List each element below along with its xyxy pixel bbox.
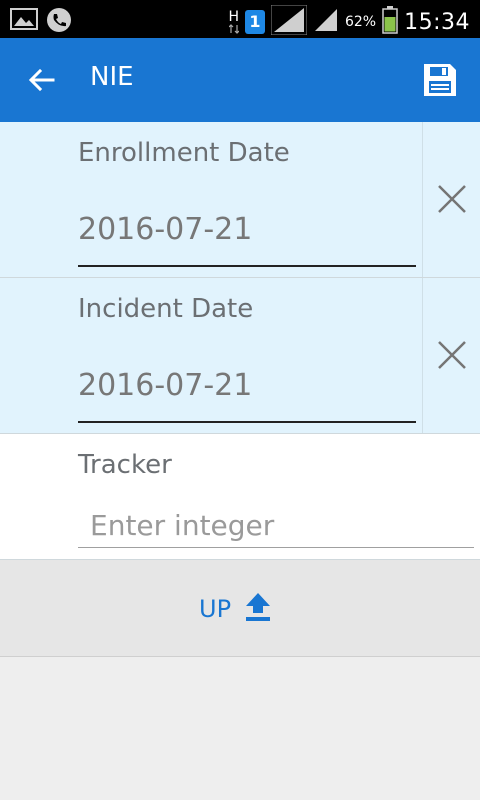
gallery-notification-icon: [10, 7, 38, 37]
status-time: 15:34: [404, 9, 470, 35]
up-section: UP: [0, 560, 480, 657]
up-button[interactable]: UP: [199, 591, 271, 627]
enrollment-date-underline: [78, 265, 416, 267]
clear-incident-date-icon[interactable]: [436, 339, 468, 371]
empty-area: [0, 657, 480, 800]
clear-enrollment-date-icon[interactable]: [436, 183, 468, 215]
upload-icon: [245, 592, 271, 626]
row-divider: [422, 122, 423, 277]
tracker-input[interactable]: [78, 504, 474, 548]
enrollment-date-label: Enrollment Date: [78, 138, 290, 168]
page-title: NIE: [90, 62, 134, 92]
phone-notification-icon: [46, 7, 72, 37]
app-toolbar: NIE: [0, 38, 480, 122]
signal-strength-icon: [270, 4, 308, 39]
sim-badge-icon: 1: [244, 10, 265, 34]
save-icon[interactable]: [420, 60, 460, 100]
back-arrow-icon[interactable]: [26, 64, 58, 96]
incident-date-value[interactable]: 2016-07-21: [78, 368, 252, 403]
status-bar: H 1 62% 15:34: [0, 0, 480, 38]
row-divider: [422, 278, 423, 433]
incident-date-label: Incident Date: [78, 294, 254, 324]
tracker-label: Tracker: [78, 450, 172, 480]
signal-strength-2-icon: [313, 7, 339, 37]
tracker-row: Tracker: [0, 434, 480, 560]
enrollment-date-row: Enrollment Date 2016-07-21: [0, 122, 480, 278]
network-type-icon: H: [228, 10, 239, 34]
incident-date-row: Incident Date 2016-07-21: [0, 278, 480, 434]
enrollment-date-value[interactable]: 2016-07-21: [78, 212, 252, 247]
battery-icon: [382, 6, 398, 38]
incident-date-underline: [78, 421, 416, 423]
up-button-label: UP: [199, 595, 232, 623]
battery-percent: 62%: [344, 14, 377, 30]
